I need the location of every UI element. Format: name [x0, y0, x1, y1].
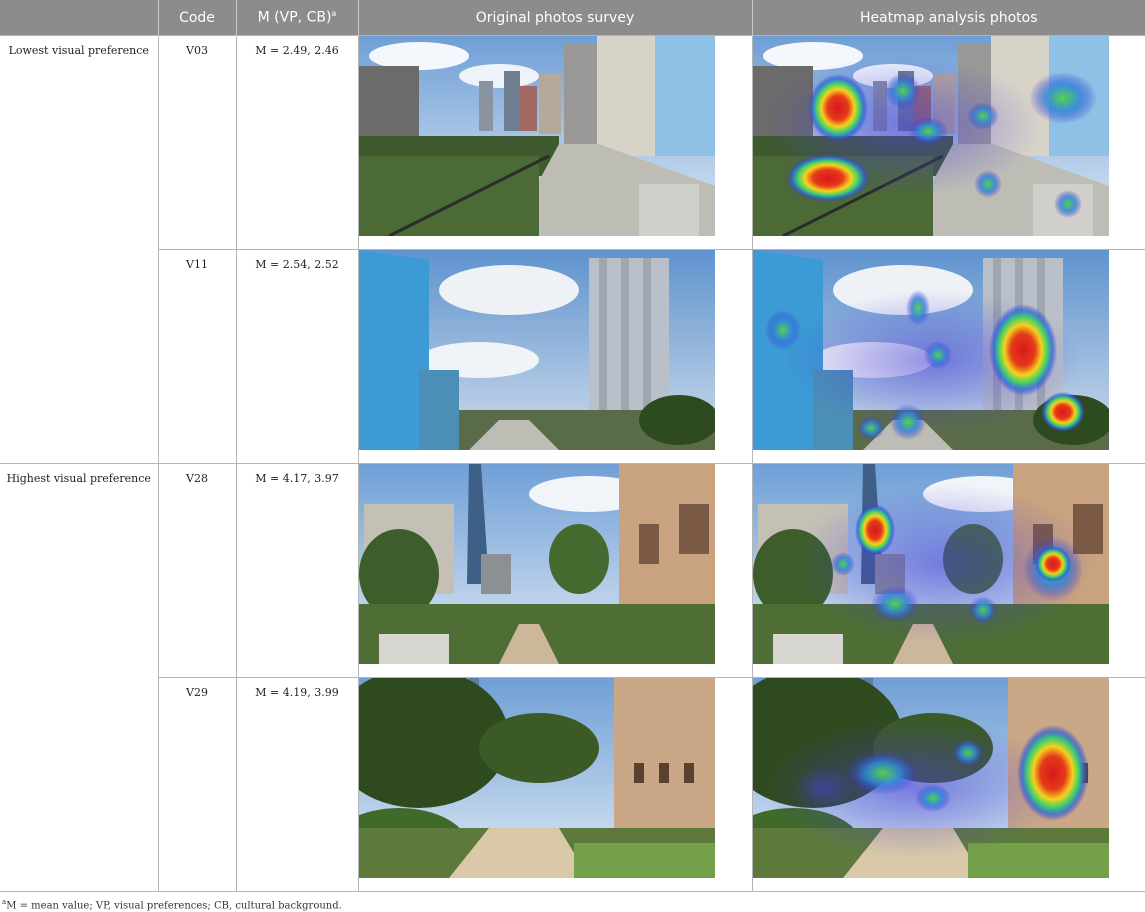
m-cell: M = 2.54, 2.52	[235, 249, 359, 464]
header-heatmap: Heatmap analysis photos	[752, 0, 1145, 36]
code-value: V29	[186, 686, 208, 699]
m-cell: M = 4.19, 3.99	[235, 677, 359, 892]
heatmap-photo-v28	[752, 464, 1109, 664]
heatmap-photo-v11	[752, 250, 1113, 450]
header-code: Code	[158, 0, 237, 36]
original-photo-cell	[328, 668, 753, 892]
table-footnote: aM = mean value; VP, visual preferences;…	[2, 898, 342, 911]
original-photo-v11	[358, 250, 719, 450]
original-photo-cell	[357, 249, 753, 464]
footnote-text: M = mean value; VP, visual preferences; …	[6, 900, 342, 912]
header-m-sup: a	[331, 9, 337, 19]
header-original: Original photos survey	[358, 0, 753, 36]
header-condition	[0, 0, 159, 36]
heatmap-photo-cell	[722, 668, 1145, 892]
group-label: Highest visual preference	[6, 472, 151, 485]
heatmap-photo-v03	[751, 34, 1110, 238]
original-photo-v28	[358, 464, 715, 664]
code-value: V11	[186, 258, 208, 271]
heatmap-photo-cell	[751, 249, 1145, 464]
header-m-text: M (VP, CB)	[257, 9, 332, 26]
table-row: Highest visual preference V28 M = 4.17, …	[0, 463, 1145, 892]
original-photo-v29	[328, 668, 715, 888]
m-value: M = 4.17, 3.97	[255, 472, 339, 485]
code-cell: V28	[157, 463, 237, 678]
m-value: M = 2.49, 2.46	[255, 44, 339, 57]
table-row: V11 M = 2.54, 2.52	[0, 249, 1145, 464]
original-photo-cell	[357, 463, 753, 678]
heatmap-photo-v29	[722, 668, 1109, 888]
code-value: V03	[186, 44, 208, 57]
code-value: V28	[186, 472, 208, 485]
table-row: Lowest visual preference V03 M = 2.49, 2…	[0, 34, 1145, 464]
group-label: Lowest visual preference	[8, 44, 149, 57]
group-cell: Highest visual preference	[0, 463, 159, 892]
group-cell: Lowest visual preference	[0, 35, 159, 464]
m-value: M = 4.19, 3.99	[255, 686, 339, 699]
code-cell: V29	[158, 677, 237, 892]
table-row: V29 M = 4.19, 3.99	[0, 668, 1145, 892]
m-cell: M = 4.17, 3.97	[235, 463, 359, 678]
data-table: Code M (VP, CB)a Original photos survey …	[0, 0, 1145, 892]
heatmap-photo-cell	[751, 463, 1145, 678]
header-m: M (VP, CB)a	[236, 0, 359, 36]
original-photo-v03	[357, 34, 716, 238]
heatmap-photo-cell	[751, 34, 1145, 250]
m-value: M = 2.54, 2.52	[255, 258, 339, 271]
m-cell: M = 2.49, 2.46	[235, 35, 359, 250]
table-header-row: Code M (VP, CB)a Original photos survey …	[0, 0, 1145, 36]
original-photo-cell	[357, 34, 753, 250]
code-cell: V03	[157, 35, 237, 250]
code-cell: V11	[158, 249, 237, 464]
